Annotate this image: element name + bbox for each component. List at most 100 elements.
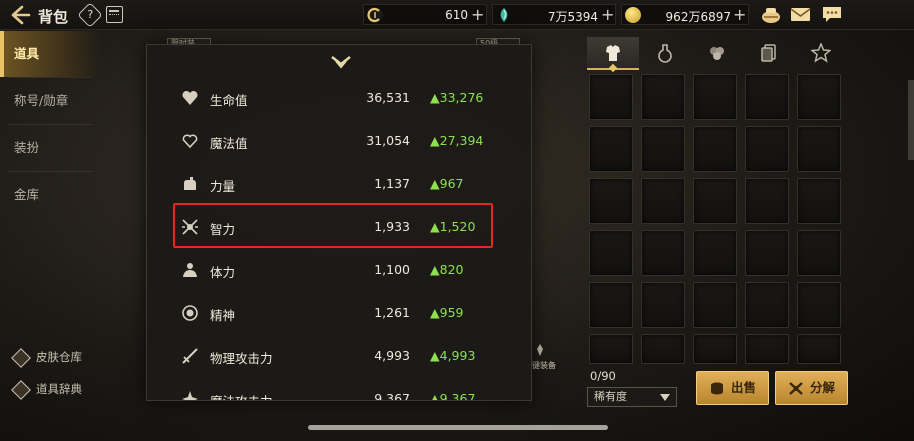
stat-value: 36,531 <box>366 90 410 105</box>
tab-potion[interactable] <box>639 37 691 70</box>
tab-armor[interactable] <box>587 37 639 73</box>
treasure-bag-icon[interactable] <box>760 5 782 24</box>
tab-special[interactable] <box>795 37 847 70</box>
add-green-gem-button[interactable]: + <box>601 5 614 24</box>
item-dictionary-link[interactable]: 道具辞典 <box>11 379 82 400</box>
calendar-icon[interactable] <box>106 6 123 23</box>
inventory-slot[interactable] <box>693 126 737 172</box>
tab-cards[interactable] <box>743 37 795 70</box>
body-icon <box>181 261 199 279</box>
skin-storage-link[interactable]: 皮肤仓库 <box>11 347 82 368</box>
inventory-slot[interactable] <box>797 230 841 276</box>
stat-value: 4,993 <box>374 348 410 363</box>
inventory-slot[interactable] <box>745 74 789 120</box>
home-indicator-bar[interactable] <box>308 425 608 430</box>
currency-c-coin: 610 + <box>363 4 487 25</box>
help-icon-glyph: ? <box>87 8 94 22</box>
stat-value: 1,261 <box>374 305 410 320</box>
stat-name: 魔法攻击力 <box>210 391 273 400</box>
inventory-slot[interactable] <box>641 334 685 364</box>
stat-name: 生命值 <box>210 93 248 108</box>
stat-row-magic-attack: 魔法攻击力 9,367 ▲9,367 <box>147 377 531 401</box>
item-dictionary-label: 道具辞典 <box>36 382 82 396</box>
screen-edge-decoration <box>908 80 914 160</box>
sidebar-item-items[interactable]: 道具 <box>0 31 100 77</box>
inventory-slot[interactable] <box>745 282 789 328</box>
add-c-coin-button[interactable]: + <box>471 5 484 24</box>
stat-name: 体力 <box>210 265 236 280</box>
stat-row-hp: 生命值 36,531 ▲33,276 <box>147 76 531 119</box>
inventory-slot[interactable] <box>693 74 737 120</box>
mail-icon[interactable] <box>790 5 812 24</box>
currency-gold-coin: 962万6897 + <box>621 4 749 25</box>
gold-coin-icon <box>625 7 641 23</box>
materials-tab-icon <box>710 47 724 60</box>
inventory-slot[interactable] <box>745 126 789 172</box>
top-bar: 背包 ? 610 + 7万5394 + 962万6897 + <box>0 0 914 30</box>
tab-materials[interactable] <box>691 37 743 70</box>
page-title: 背包 <box>38 8 69 26</box>
inventory-slot[interactable] <box>641 230 685 276</box>
inventory-slot[interactable] <box>589 126 633 172</box>
potion-tab-icon <box>658 44 672 63</box>
inventory-slot[interactable] <box>745 178 789 224</box>
inventory-capacity: 0/90 <box>590 369 616 383</box>
stat-value: 1,137 <box>374 176 410 191</box>
stat-name: 物理攻击力 <box>210 351 273 366</box>
inventory-slot[interactable] <box>589 230 633 276</box>
inventory-slot[interactable] <box>797 282 841 328</box>
disassemble-button[interactable]: 分解 <box>775 371 848 405</box>
inventory-slot[interactable] <box>797 178 841 224</box>
inventory-slot[interactable] <box>641 74 685 120</box>
dropdown-arrow-icon <box>660 394 670 401</box>
c-coin-icon <box>367 7 383 23</box>
chevron-down-icon[interactable] <box>330 54 352 69</box>
coin-stack-icon <box>711 382 723 395</box>
inventory-slot[interactable] <box>589 282 633 328</box>
currency-green-gem-value: 7万5394 <box>547 10 598 24</box>
inventory-slot[interactable] <box>745 230 789 276</box>
stat-bonus: ▲33,276 <box>430 90 484 105</box>
inventory-slot[interactable] <box>693 334 737 364</box>
stat-row-mp: 魔法值 31,054 ▲27,394 <box>147 119 531 162</box>
inventory-slot[interactable] <box>797 334 841 364</box>
chat-icon[interactable] <box>821 5 843 24</box>
magic-attack-icon <box>181 390 199 400</box>
skin-storage-label: 皮肤仓库 <box>36 350 82 364</box>
back-arrow-icon[interactable] <box>10 4 32 26</box>
heart-outline-icon <box>181 132 199 150</box>
sidebar-item-vault[interactable]: 金库 <box>0 172 100 218</box>
inventory-slot[interactable] <box>589 334 633 364</box>
stat-value: 9,367 <box>374 391 410 401</box>
add-gold-coin-button[interactable]: + <box>733 5 746 24</box>
sword-icon <box>181 347 199 365</box>
disassemble-button-label: 分解 <box>810 380 836 395</box>
sidebar: 道具 称号/勋章 装扮 金库 <box>0 31 100 218</box>
sidebar-item-titles-medals[interactable]: 称号/勋章 <box>0 78 100 124</box>
inventory-slot[interactable] <box>797 74 841 120</box>
rarity-sort-dropdown[interactable]: 稀有度 <box>587 387 677 407</box>
stat-name: 魔法值 <box>210 136 248 151</box>
inventory-slot[interactable] <box>641 282 685 328</box>
inventory-slot[interactable] <box>797 126 841 172</box>
inventory-slot[interactable] <box>693 230 737 276</box>
highlight-annotation-box <box>173 203 493 248</box>
stat-row-spirit: 精神 1,261 ▲959 <box>147 291 531 334</box>
stat-bonus: ▲959 <box>430 305 464 320</box>
stat-bonus: ▲967 <box>430 176 464 191</box>
inventory-slot[interactable] <box>745 334 789 364</box>
inventory-slot[interactable] <box>693 178 737 224</box>
inventory-slot[interactable] <box>641 178 685 224</box>
currency-c-coin-value: 610 <box>445 8 468 22</box>
inventory-slot[interactable] <box>641 126 685 172</box>
stat-bonus: ▲4,993 <box>430 348 476 363</box>
inventory-slot[interactable] <box>589 74 633 120</box>
sidebar-item-avatar[interactable]: 装扮 <box>0 125 100 171</box>
item-dictionary-icon <box>11 379 31 400</box>
inventory-slot[interactable] <box>589 178 633 224</box>
inventory-slot[interactable] <box>693 282 737 328</box>
stat-name: 力量 <box>210 179 236 194</box>
help-icon[interactable]: ? <box>77 2 103 28</box>
sell-button[interactable]: 出售 <box>696 371 769 405</box>
skin-storage-icon <box>11 347 31 368</box>
